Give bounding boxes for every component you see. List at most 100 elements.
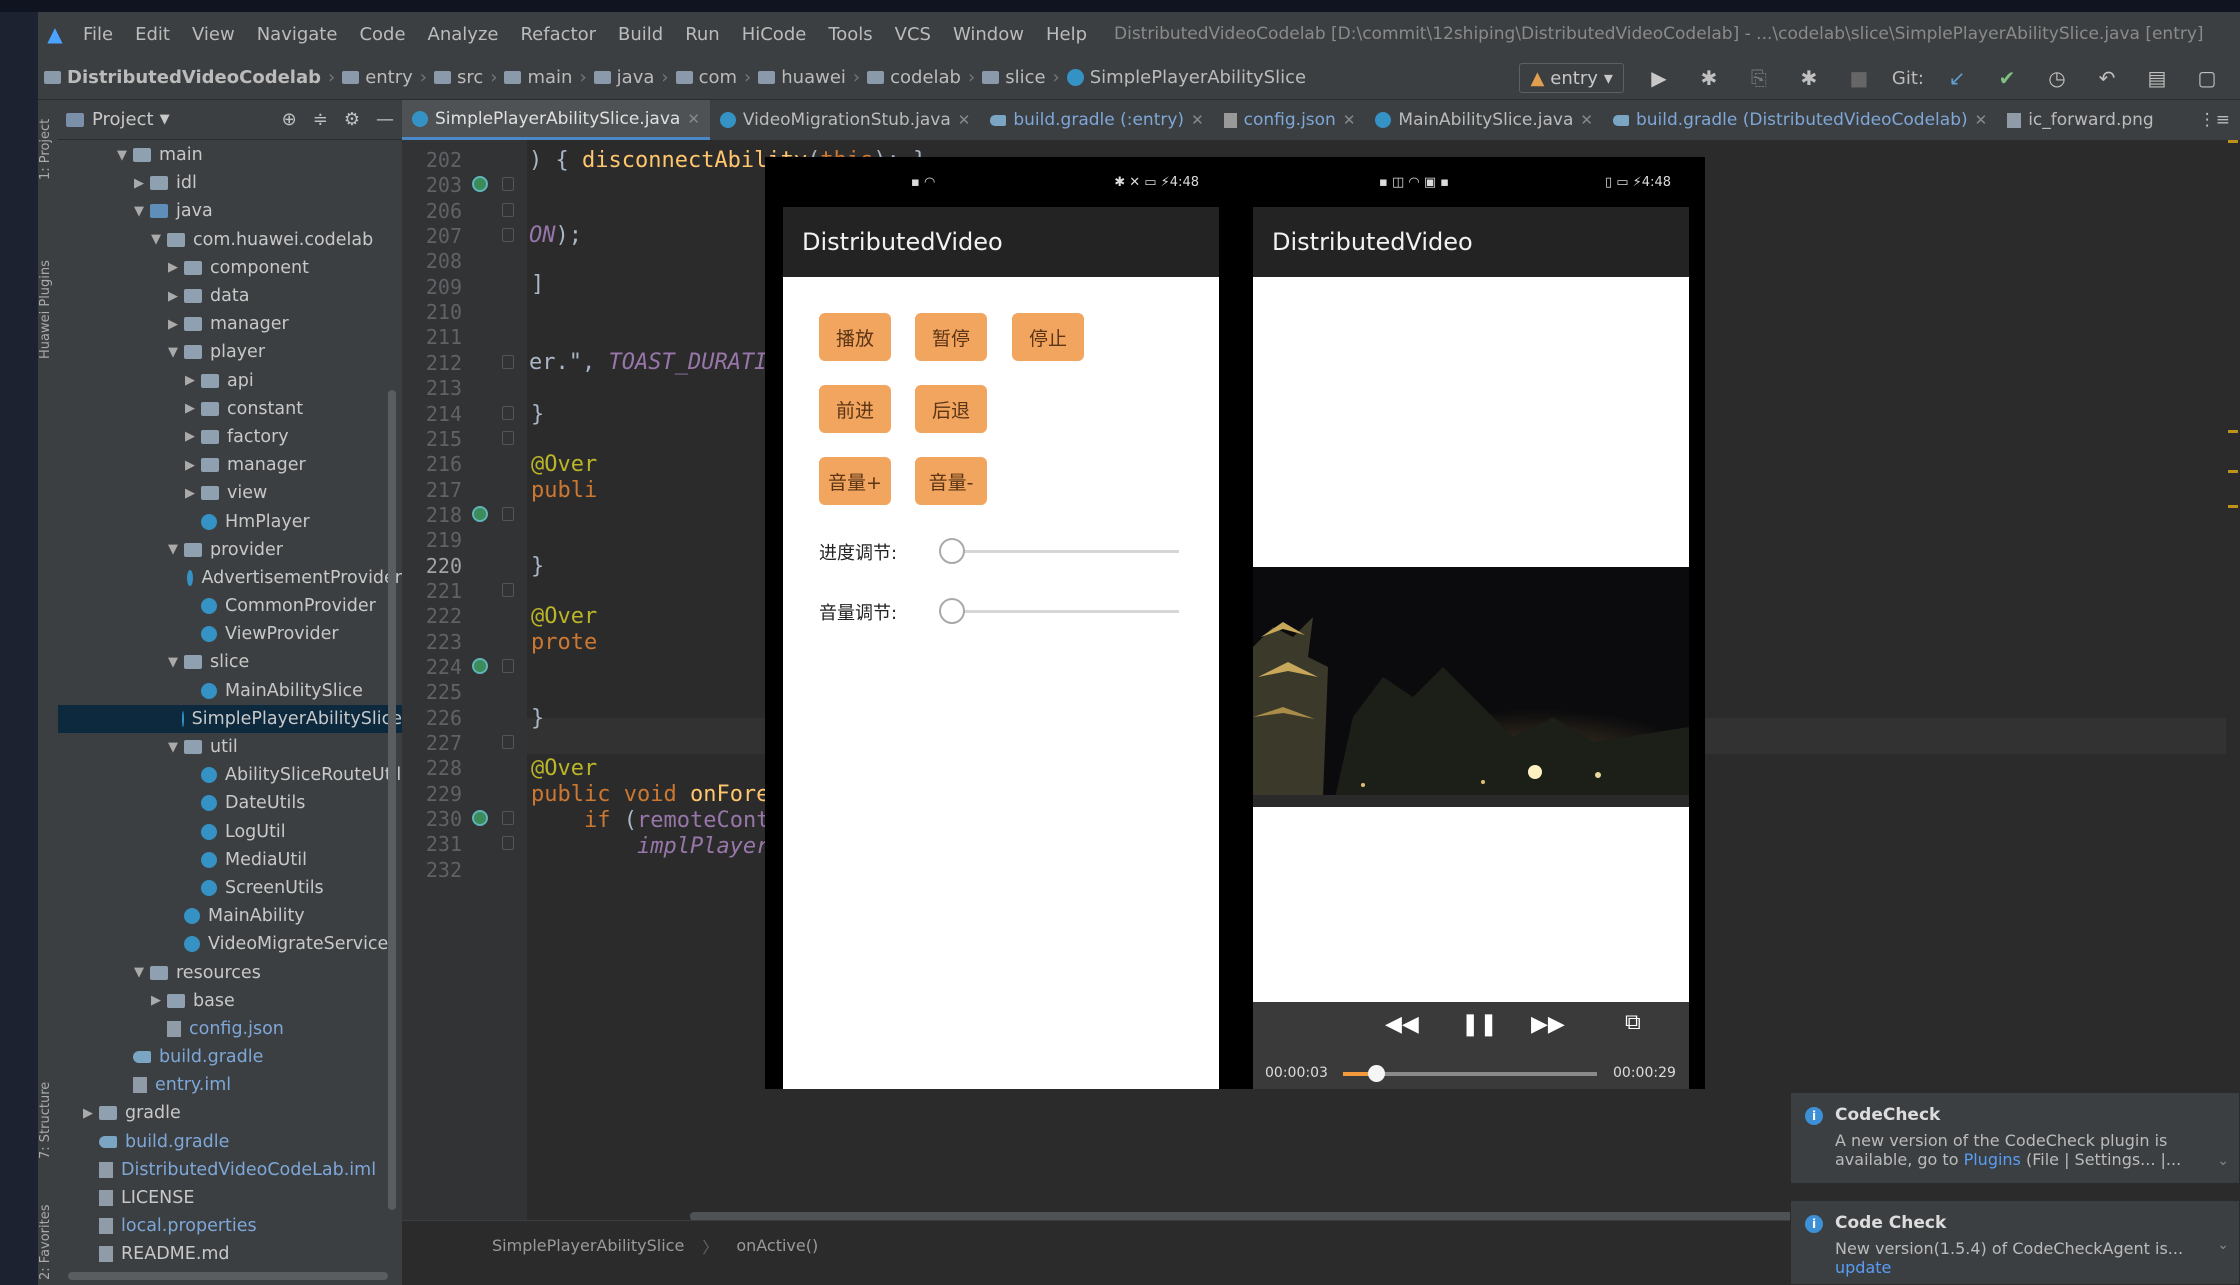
tree-item[interactable]: HmPlayer (58, 507, 402, 535)
breadcrumb-project[interactable]: DistributedVideoCodelab (38, 67, 326, 88)
volume-up-button[interactable]: 音量+ (819, 457, 891, 505)
attach-debugger-button[interactable]: ⎘ (1736, 60, 1782, 96)
git-rollback-button[interactable]: ↶ (2084, 60, 2130, 96)
tree-item[interactable]: ▶ factory (58, 423, 402, 451)
context-class[interactable]: SimplePlayerAbilitySlice (492, 1236, 684, 1255)
breadcrumb-entry[interactable]: entry (337, 67, 418, 88)
volume-down-button[interactable]: 音量- (915, 457, 987, 505)
fold-toggle-icon[interactable] (502, 506, 514, 521)
fold-toggle-icon[interactable] (502, 228, 514, 243)
device-manager-button[interactable]: ▢ (2184, 60, 2230, 96)
tree-item[interactable]: config.json (58, 1015, 402, 1043)
tree-item[interactable]: build.gradle (58, 1043, 402, 1071)
tree-item[interactable]: ▼ slice (58, 648, 402, 676)
codecheck-notification[interactable]: i CodeCheck A new version of the CodeChe… (1790, 1092, 2240, 1184)
fold-toggle-icon[interactable] (502, 354, 514, 369)
run-config-select[interactable]: ▲ entry ▾ (1519, 63, 1624, 93)
debug-button[interactable]: ✱ (1686, 60, 1732, 96)
menu-analyze[interactable]: Analyze (417, 24, 510, 45)
expand-arrow-icon[interactable]: ▶ (77, 1106, 99, 1121)
project-horizontal-scrollbar[interactable] (68, 1272, 388, 1280)
context-method[interactable]: onActive() (736, 1236, 818, 1255)
expand-arrow-icon[interactable]: ▶ (162, 260, 184, 275)
project-tool-tab[interactable]: 1: Project (38, 104, 58, 194)
rewind-button[interactable]: 后退 (915, 385, 987, 433)
warning-marker[interactable] (2228, 505, 2238, 508)
git-update-button[interactable]: ↙ (1934, 60, 1980, 96)
tree-item[interactable]: ▶ data (58, 282, 402, 310)
tree-item[interactable]: ▼ main (58, 141, 402, 169)
expand-arrow-icon[interactable]: ▶ (162, 289, 184, 304)
fast-forward-icon[interactable]: ▶▶ (1531, 1012, 1565, 1037)
collapse-arrow-icon[interactable]: ▼ (145, 232, 167, 247)
editor-tab[interactable]: ic_forward.png (1997, 100, 2164, 140)
playback-progress-knob[interactable] (1368, 1065, 1386, 1082)
tree-item[interactable]: AbilitySliceRouteUtil (58, 761, 402, 789)
tree-item[interactable]: SimplePlayerAbilitySlice (58, 704, 402, 733)
menu-refactor[interactable]: Refactor (509, 24, 607, 45)
plugins-link[interactable]: Plugins (1964, 1150, 2021, 1169)
warning-marker[interactable] (2228, 470, 2238, 473)
close-tab-icon[interactable]: ✕ (1343, 111, 1356, 129)
tree-item[interactable]: ▼ java (58, 197, 402, 225)
chevron-down-icon[interactable]: ▼ (160, 112, 170, 127)
warning-marker[interactable] (2228, 430, 2238, 433)
collapse-arrow-icon[interactable]: ▼ (128, 965, 150, 980)
breadcrumb-huawei[interactable]: huawei (753, 67, 851, 88)
git-history-button[interactable]: ◷ (2034, 60, 2080, 96)
git-commit-button[interactable]: ✔ (1984, 60, 2030, 96)
run-button[interactable]: ▶ (1636, 60, 1682, 96)
tree-item[interactable]: CommonProvider (58, 592, 402, 620)
editor-tab[interactable]: config.json ✕ (1214, 100, 1366, 140)
expand-arrow-icon[interactable]: ▶ (179, 458, 201, 473)
collapse-arrow-icon[interactable]: ▼ (111, 148, 133, 163)
tree-item[interactable]: ▼ com.huawei.codelab (58, 226, 402, 254)
expand-arrow-icon[interactable]: ▶ (145, 993, 167, 1008)
project-panel-title[interactable]: Project (92, 109, 154, 130)
tree-item[interactable]: ▶ base (58, 987, 402, 1015)
fold-toggle-icon[interactable] (502, 202, 514, 217)
structure-tool-tab[interactable]: 7: Structure (38, 1060, 58, 1180)
tree-item[interactable]: ▶ idl (58, 169, 402, 197)
tree-item[interactable]: ▶ manager (58, 310, 402, 338)
tree-item[interactable]: ScreenUtils (58, 874, 402, 902)
tree-item[interactable]: ▶ component (58, 254, 402, 282)
pause-icon[interactable]: ❚❚ (1461, 1012, 1498, 1037)
tree-item[interactable]: AdvertisementProvider (58, 564, 402, 592)
close-tab-icon[interactable]: ✕ (687, 110, 700, 128)
tree-item[interactable]: ViewProvider (58, 620, 402, 648)
project-structure-button[interactable]: ▤ (2134, 60, 2180, 96)
breadcrumb-src[interactable]: src (429, 67, 488, 88)
rewind-icon[interactable]: ◀◀ (1385, 1012, 1419, 1037)
expand-arrow-icon[interactable]: ▶ (162, 317, 184, 332)
collapse-arrow-icon[interactable]: ▼ (162, 740, 184, 755)
tab-overflow-icon[interactable]: ⋮≡ (2189, 100, 2240, 140)
tree-item[interactable]: MediaUtil (58, 846, 402, 874)
menu-help[interactable]: Help (1035, 24, 1098, 45)
hide-panel-icon[interactable]: — (376, 109, 394, 130)
collapse-arrow-icon[interactable]: ▼ (162, 345, 184, 360)
override-method-icon[interactable] (472, 810, 488, 827)
tree-item[interactable]: ▶ view (58, 479, 402, 507)
collapse-arrow-icon[interactable]: ▼ (162, 655, 184, 670)
close-tab-icon[interactable]: ✕ (1975, 111, 1988, 129)
play-button[interactable]: 播放 (819, 313, 891, 361)
breadcrumb-class[interactable]: SimplePlayerAbilitySlice (1062, 67, 1311, 88)
tree-item[interactable]: DistributedVideoCodeLab.iml (58, 1156, 402, 1184)
favorites-tool-tab[interactable]: 2: Favorites (38, 1200, 58, 1285)
gear-icon[interactable]: ⚙ (344, 109, 360, 130)
breadcrumb-codelab[interactable]: codelab (862, 67, 966, 88)
menu-vcs[interactable]: VCS (884, 24, 942, 45)
volume-slider-track[interactable] (939, 610, 1179, 613)
breadcrumb-com[interactable]: com (671, 67, 742, 88)
collapse-arrow-icon[interactable]: ▼ (128, 204, 150, 219)
menu-build[interactable]: Build (607, 24, 674, 45)
collapse-all-icon[interactable]: ≑ (313, 109, 328, 130)
progress-slider-track[interactable] (939, 550, 1179, 553)
huawei-plugins-tool-tab[interactable]: Huawei Plugins (38, 240, 58, 380)
fold-toggle-icon[interactable] (502, 811, 514, 826)
tree-item[interactable]: MainAbilitySlice (58, 677, 402, 705)
video-frame[interactable] (1253, 567, 1689, 807)
tree-item[interactable]: ▼ provider (58, 536, 402, 564)
tree-item[interactable]: ▼ util (58, 733, 402, 761)
